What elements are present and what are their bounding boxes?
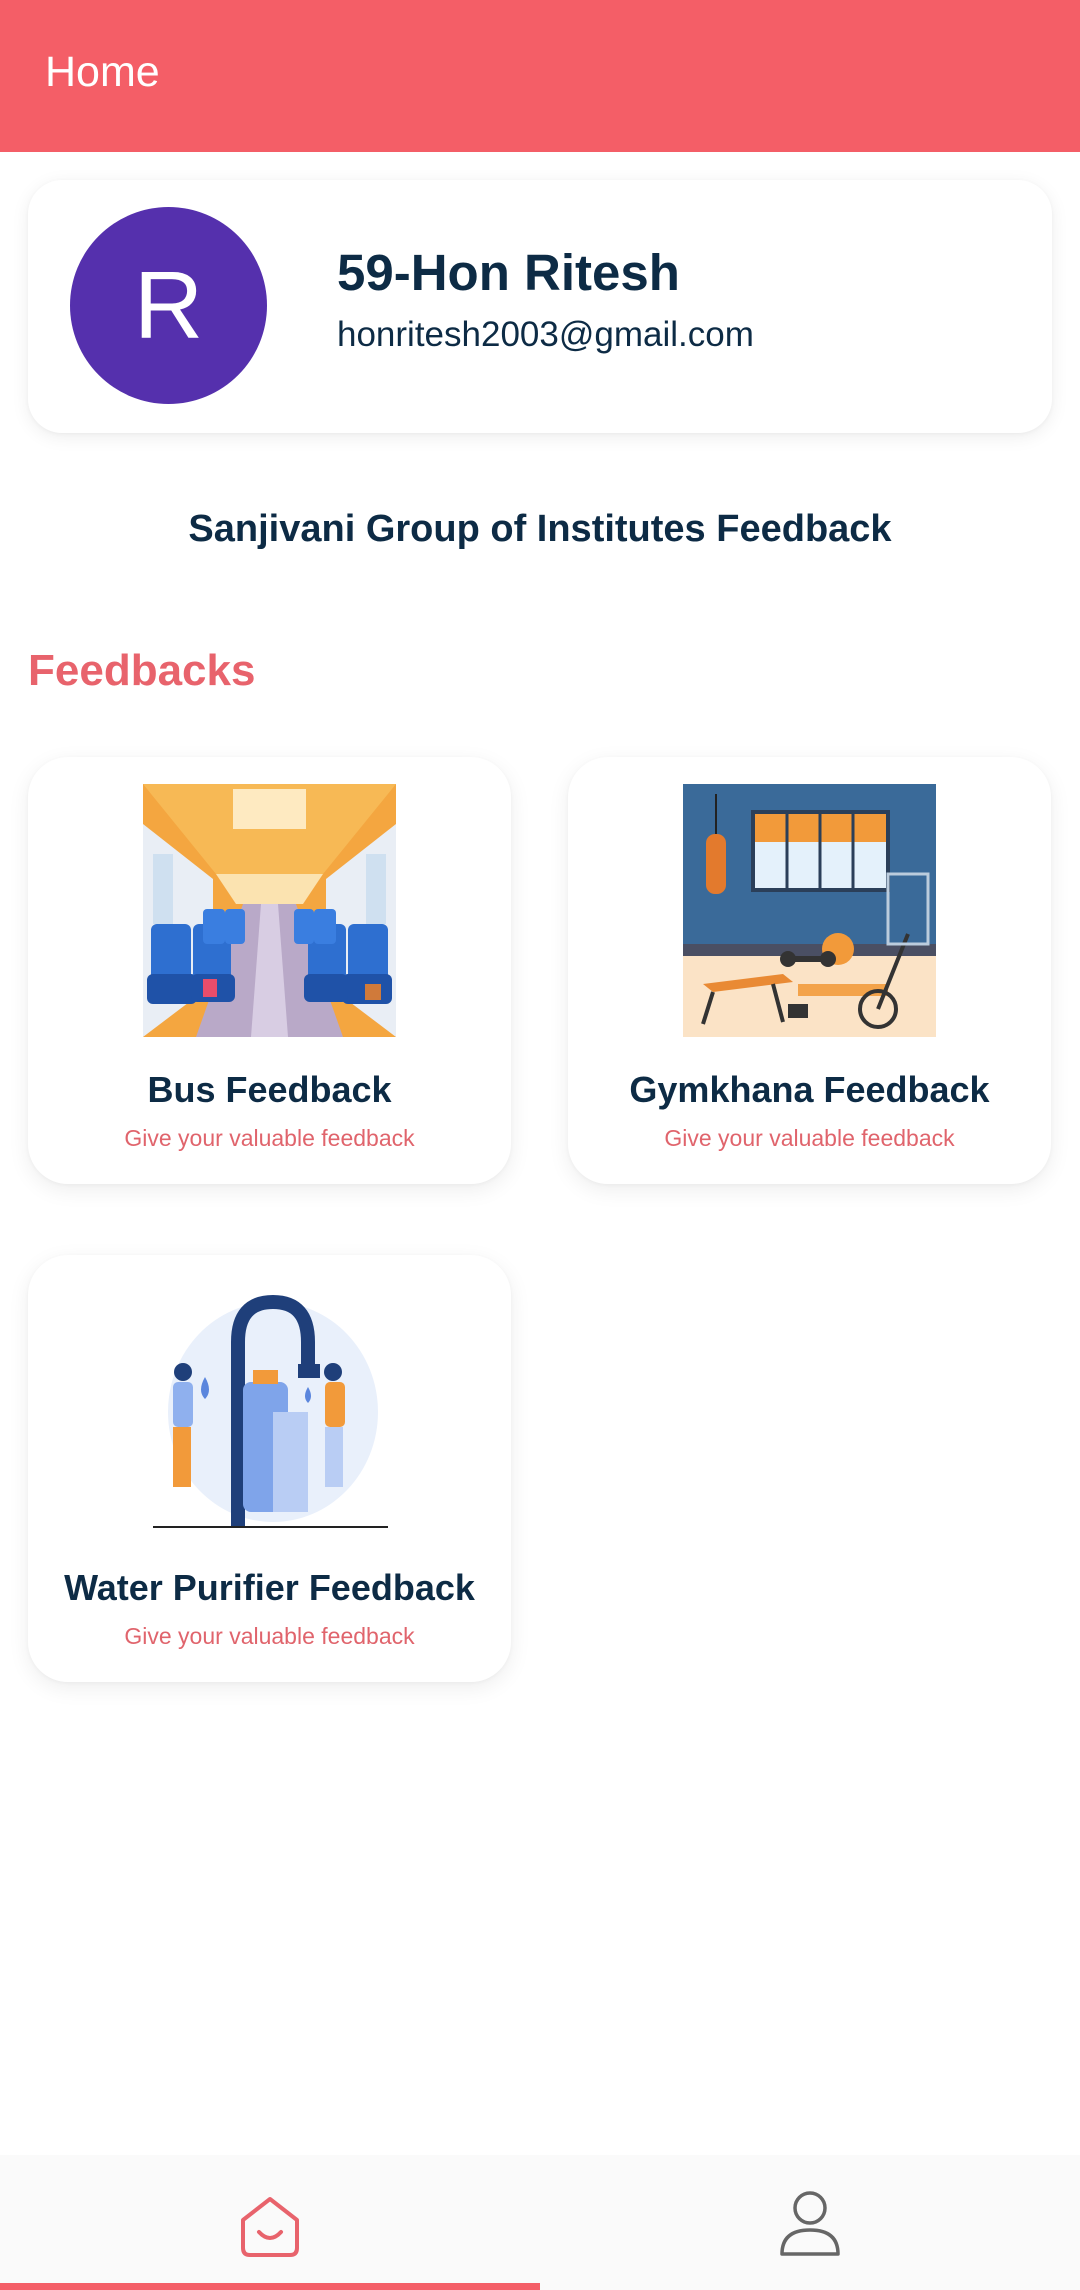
gym-illustration [683, 784, 936, 1037]
water-purifier-feedback-card[interactable]: Water Purifier Feedback Give your valuab… [28, 1255, 511, 1682]
page-title: Home [45, 48, 160, 96]
profile-icon [780, 2191, 840, 2256]
bus-feedback-subtitle: Give your valuable feedback [124, 1125, 415, 1151]
profile-name: 59-Hon Ritesh [337, 244, 680, 301]
bus-feedback-card[interactable]: Bus Feedback Give your valuable feedback [28, 757, 511, 1184]
water-purifier-illustration [143, 1282, 396, 1535]
water-purifier-feedback-subtitle: Give your valuable feedback [124, 1623, 415, 1649]
bus-feedback-title: Bus Feedback [147, 1069, 392, 1110]
nav-selected-indicator [0, 2283, 540, 2290]
org-title: Sanjivani Group of Institutes Feedback [188, 508, 892, 550]
home-smile-icon [241, 2197, 299, 2257]
bus-interior-illustration [143, 784, 396, 1037]
app-bar: Home [0, 0, 1080, 152]
avatar: R [70, 207, 267, 404]
bottom-nav [0, 2155, 1080, 2290]
profile-email: honritesh2003@gmail.com [337, 315, 754, 354]
gymkhana-feedback-subtitle: Give your valuable feedback [664, 1125, 955, 1151]
water-purifier-feedback-title: Water Purifier Feedback [64, 1567, 475, 1608]
nav-profile[interactable] [540, 2155, 1080, 2290]
gymkhana-feedback-title: Gymkhana Feedback [629, 1069, 990, 1110]
nav-home[interactable] [0, 2155, 540, 2290]
section-title: Feedbacks [28, 646, 256, 695]
gymkhana-feedback-card[interactable]: Gymkhana Feedback Give your valuable fee… [568, 757, 1051, 1184]
